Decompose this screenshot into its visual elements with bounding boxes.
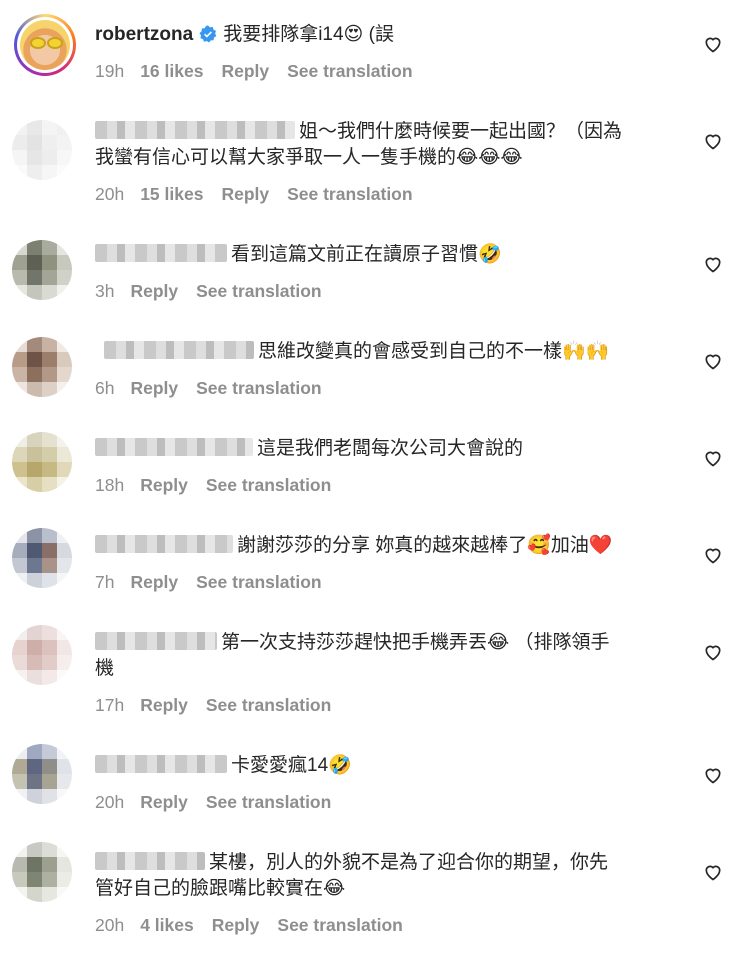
reply-button[interactable]: Reply — [221, 61, 269, 81]
blurred-username[interactable] — [95, 438, 253, 456]
reply-button[interactable]: Reply — [221, 184, 269, 204]
heart-outline-icon[interactable] — [703, 254, 723, 274]
reply-button[interactable]: Reply — [212, 915, 260, 935]
comment-meta: 20h 15 likes Reply See translation — [95, 184, 431, 205]
comment-time: 17h — [95, 695, 125, 715]
comment-meta: 3h Reply See translation — [95, 281, 340, 302]
blurred-username[interactable] — [95, 121, 295, 139]
comment-body-line2: 我蠻有信心可以幫大家爭取一人一隻手機的😂😂😂 — [95, 147, 523, 168]
reply-button[interactable]: Reply — [140, 475, 188, 495]
comment-body-line2: 機 — [95, 658, 115, 679]
see-translation-button[interactable]: See translation — [206, 475, 331, 495]
heart-outline-icon[interactable] — [703, 545, 723, 565]
avatar[interactable] — [12, 432, 72, 492]
likes-count[interactable]: 16 likes — [140, 61, 203, 81]
comment-time: 20h — [95, 184, 125, 204]
comment-time: 6h — [95, 378, 115, 398]
reply-button[interactable]: Reply — [140, 695, 188, 715]
comment-body: 看到這篇文前正在讀原子習慣🤣 — [231, 244, 502, 265]
comment-body: 我要排隊拿i14😍 (誤 — [223, 24, 394, 45]
comment-body-line2: 管好自己的臉跟嘴比較實在😂 — [95, 878, 346, 899]
comment-body: 思維改變真的會感受到自己的不一樣🙌🙌 — [258, 341, 610, 362]
blurred-username[interactable] — [95, 632, 217, 650]
comment-meta: 7h Reply See translation — [95, 572, 340, 593]
avatar[interactable] — [12, 528, 72, 588]
likes-count[interactable]: 4 likes — [140, 915, 194, 935]
comment-text: robertzona 我要排隊拿i14😍 (誤 — [95, 22, 394, 48]
blurred-username[interactable] — [95, 535, 233, 553]
avatar[interactable] — [12, 842, 72, 902]
reply-button[interactable]: Reply — [140, 792, 188, 812]
comment-meta: 18h Reply See translation — [95, 475, 349, 496]
comment-time: 20h — [95, 915, 125, 935]
heart-outline-icon[interactable] — [703, 131, 723, 151]
comment-time: 19h — [95, 61, 125, 81]
see-translation-button[interactable]: See translation — [287, 61, 412, 81]
comment-body-line1: 某樓，別人的外貌不是為了迎合你的期望，你先 — [209, 852, 609, 873]
see-translation-button[interactable]: See translation — [206, 792, 331, 812]
comment-text: 思維改變真的會感受到自己的不一樣🙌🙌 — [104, 339, 609, 365]
avatar[interactable] — [12, 625, 72, 685]
comment-body-line1: 第一次支持莎莎趕快把手機弄丟😂 （排隊領手 — [221, 632, 610, 653]
comment-time: 20h — [95, 792, 125, 812]
reply-button[interactable]: Reply — [130, 378, 178, 398]
comment-body-line1: 姐～我們什麼時候要一起出國？（因為 — [299, 121, 623, 142]
see-translation-button[interactable]: See translation — [287, 184, 412, 204]
comment-meta: 6h Reply See translation — [95, 378, 340, 399]
comment-text: 姐～我們什麼時候要一起出國？（因為 — [95, 119, 622, 145]
likes-count[interactable]: 15 likes — [140, 184, 203, 204]
blurred-username[interactable] — [95, 852, 205, 870]
blurred-username[interactable] — [95, 755, 227, 773]
avatar[interactable] — [12, 337, 72, 397]
heart-outline-icon[interactable] — [703, 765, 723, 785]
comment-text: 謝謝莎莎的分享 妳真的越來越棒了🥰加油❤️ — [95, 533, 613, 559]
comment-meta: 20h 4 likes Reply See translation — [95, 915, 421, 936]
comment-text: 某樓，別人的外貌不是為了迎合你的期望，你先 — [95, 850, 608, 876]
comment-time: 18h — [95, 475, 125, 495]
reply-button[interactable]: Reply — [130, 572, 178, 592]
avatar[interactable] — [12, 744, 72, 804]
avatar[interactable] — [14, 14, 76, 76]
comment-body: 卡愛愛瘋14🤣 — [231, 755, 352, 776]
heart-outline-icon[interactable] — [703, 34, 723, 54]
see-translation-button[interactable]: See translation — [196, 378, 321, 398]
avatar[interactable] — [12, 240, 72, 300]
blurred-username[interactable] — [95, 244, 227, 262]
comment-text: 看到這篇文前正在讀原子習慣🤣 — [95, 242, 502, 268]
comment-time: 7h — [95, 572, 115, 592]
comment-body: 謝謝莎莎的分享 妳真的越來越棒了🥰加油❤️ — [237, 535, 613, 556]
heart-outline-icon[interactable] — [703, 351, 723, 371]
see-translation-button[interactable]: See translation — [196, 281, 321, 301]
comment-meta: 19h 16 likes Reply See translation — [95, 61, 431, 82]
comment-body: 這是我們老闆每次公司大會說的 — [257, 438, 524, 459]
see-translation-button[interactable]: See translation — [277, 915, 402, 935]
comment-text: 這是我們老闆每次公司大會說的 — [95, 436, 523, 462]
comment-meta: 20h Reply See translation — [95, 792, 349, 813]
heart-outline-icon[interactable] — [703, 448, 723, 468]
verified-badge-icon — [199, 25, 217, 43]
avatar[interactable] — [12, 120, 72, 180]
comment-time: 3h — [95, 281, 115, 301]
reply-button[interactable]: Reply — [130, 281, 178, 301]
blurred-username[interactable] — [104, 341, 254, 359]
comment-text: 卡愛愛瘋14🤣 — [95, 753, 352, 779]
see-translation-button[interactable]: See translation — [196, 572, 321, 592]
comment-username[interactable]: robertzona — [95, 24, 193, 45]
heart-outline-icon[interactable] — [703, 862, 723, 882]
heart-outline-icon[interactable] — [703, 642, 723, 662]
comment-meta: 17h Reply See translation — [95, 695, 349, 716]
comment-text: 第一次支持莎莎趕快把手機弄丟😂 （排隊領手 — [95, 630, 609, 656]
see-translation-button[interactable]: See translation — [206, 695, 331, 715]
